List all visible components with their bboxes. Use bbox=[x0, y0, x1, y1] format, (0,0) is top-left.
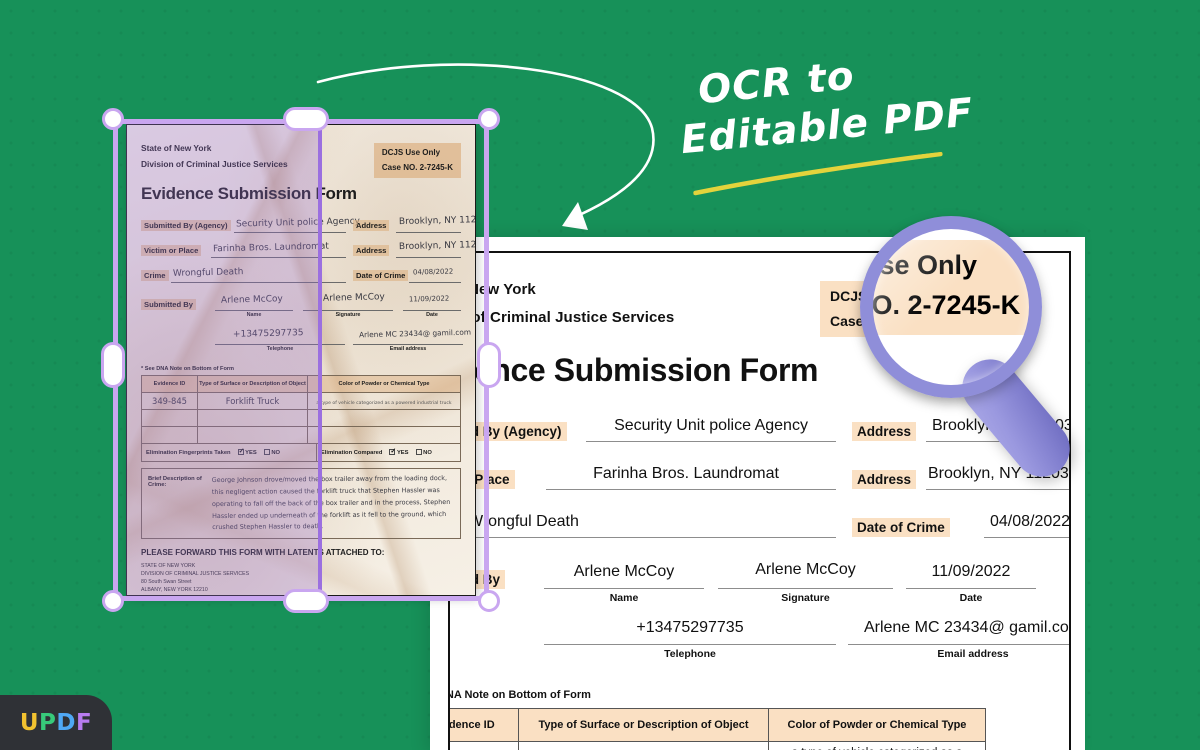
sublabel-email: Email address bbox=[937, 648, 1009, 660]
value-date[interactable]: 11/09/2022 bbox=[906, 563, 1036, 581]
cell-color[interactable]: a type of vehicle categorized as a power… bbox=[768, 741, 986, 750]
sublabel-telephone: Telephone bbox=[664, 648, 716, 660]
value-email[interactable]: Arlene MC 23434@ gamil.com bbox=[848, 619, 1069, 637]
selection-handle-bottom-left[interactable] bbox=[102, 590, 124, 612]
underline-agency bbox=[586, 441, 836, 442]
updf-letter-u: U bbox=[19, 709, 39, 736]
value-agency[interactable]: Security Unit police Agency bbox=[586, 417, 836, 435]
selection-frame[interactable] bbox=[101, 107, 501, 613]
value-date-of-crime[interactable]: 04/08/2022 bbox=[990, 513, 1069, 531]
underline-victim-address bbox=[926, 489, 1069, 490]
sublabel-name: Name bbox=[609, 592, 639, 604]
updf-letter-d: D bbox=[56, 709, 76, 736]
th-evidence-id: Evidence ID bbox=[450, 708, 519, 742]
underline-email bbox=[848, 644, 1069, 645]
table-header-row: Evidence ID Type of Surface or Descripti… bbox=[450, 708, 986, 742]
underline-signature bbox=[718, 588, 893, 589]
th-color: Color of Powder or Chemical Type bbox=[768, 708, 986, 742]
updf-letter-f: F bbox=[75, 709, 93, 736]
selection-handle-top-center[interactable] bbox=[283, 107, 329, 131]
underline-date bbox=[906, 588, 1036, 589]
underline-name bbox=[544, 588, 704, 589]
cell-evidence-id[interactable]: 349-845 bbox=[450, 741, 519, 750]
updf-letter-p: P bbox=[39, 709, 57, 736]
ocr-row-contact: +13475297735 Telephone Arlene MC 23434@ … bbox=[450, 619, 1069, 665]
value-telephone[interactable]: +13475297735 bbox=[544, 619, 836, 637]
magnifier-ring bbox=[860, 216, 1042, 398]
magnifier-glass-icon: Use Only NO. 2-7245-K bbox=[856, 216, 1106, 489]
th-object: Type of Surface or Description of Object bbox=[518, 708, 769, 742]
underline-telephone bbox=[544, 644, 836, 645]
cell-object[interactable]: Forklift Truck bbox=[518, 741, 769, 750]
sublabel-signature: Signature bbox=[781, 592, 830, 604]
ocr-dna-note: * See DNA Note on Bottom of Form bbox=[450, 689, 591, 701]
selection-handle-top-right[interactable] bbox=[478, 108, 500, 130]
sublabel-date: Date bbox=[959, 592, 983, 604]
scanned-image-object[interactable]: State of New York Division of Criminal J… bbox=[101, 107, 501, 613]
selection-handle-bottom-center[interactable] bbox=[283, 589, 329, 613]
ocr-evidence-table: Evidence ID Type of Surface or Descripti… bbox=[450, 708, 986, 750]
selection-handle-bottom-right[interactable] bbox=[478, 590, 500, 612]
underline-date-of-crime bbox=[984, 537, 1069, 538]
underline-victim-place bbox=[546, 489, 836, 490]
selection-handle-middle-left[interactable] bbox=[101, 342, 125, 388]
value-crime[interactable]: Wrongful Death bbox=[468, 513, 718, 531]
updf-wordmark: UPDF bbox=[20, 710, 92, 736]
selection-handle-middle-right[interactable] bbox=[477, 342, 501, 388]
label-date-of-crime: Date of Crime bbox=[852, 518, 950, 537]
underline-crime bbox=[464, 537, 836, 538]
updf-logo-badge[interactable]: UPDF bbox=[0, 695, 112, 750]
table-row[interactable]: 349-845 Forklift Truck a type of vehicle… bbox=[450, 741, 986, 750]
value-victim-place[interactable]: Farinha Bros. Laundromat bbox=[546, 465, 826, 483]
ocr-row-submitted-by: Submitted By Arlene McCoy Name Arlene Mc… bbox=[450, 561, 1036, 611]
value-name[interactable]: Arlene McCoy bbox=[544, 563, 704, 581]
ocr-row-crime: Crime Wrongful Death Date of Crime 04/08… bbox=[450, 511, 1069, 545]
value-signature[interactable]: Arlene McCoy bbox=[718, 561, 893, 579]
selection-handle-top-left[interactable] bbox=[102, 108, 124, 130]
